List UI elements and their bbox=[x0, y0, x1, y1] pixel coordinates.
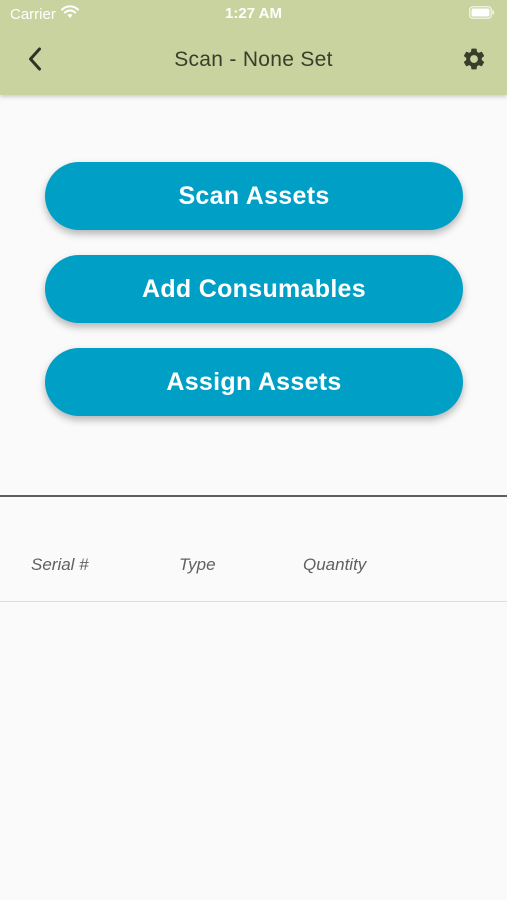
add-consumables-button[interactable]: Add Consumables bbox=[45, 255, 463, 323]
column-header-serial: Serial # bbox=[31, 555, 89, 574]
table-header: Serial # Type Quantity bbox=[0, 555, 507, 579]
section-divider bbox=[0, 495, 507, 497]
scanned-items-list bbox=[0, 602, 507, 900]
column-header-quantity: Quantity bbox=[303, 555, 367, 574]
scan-screen: Carrier 1:27 AM Scan - None Set Scan Ass… bbox=[0, 0, 507, 900]
app-bar: Carrier 1:27 AM Scan - None Set bbox=[0, 0, 507, 95]
gear-icon bbox=[461, 46, 487, 77]
assign-assets-button[interactable]: Assign Assets bbox=[45, 348, 463, 416]
column-header-type: Type bbox=[179, 555, 216, 574]
toolbar: Scan - None Set bbox=[0, 28, 507, 95]
settings-button[interactable] bbox=[453, 40, 495, 82]
status-time: 1:27 AM bbox=[225, 5, 282, 22]
page-title: Scan - None Set bbox=[174, 48, 333, 71]
battery-icon bbox=[469, 6, 495, 24]
status-bar: Carrier 1:27 AM bbox=[0, 0, 507, 28]
scan-assets-button[interactable]: Scan Assets bbox=[45, 162, 463, 230]
